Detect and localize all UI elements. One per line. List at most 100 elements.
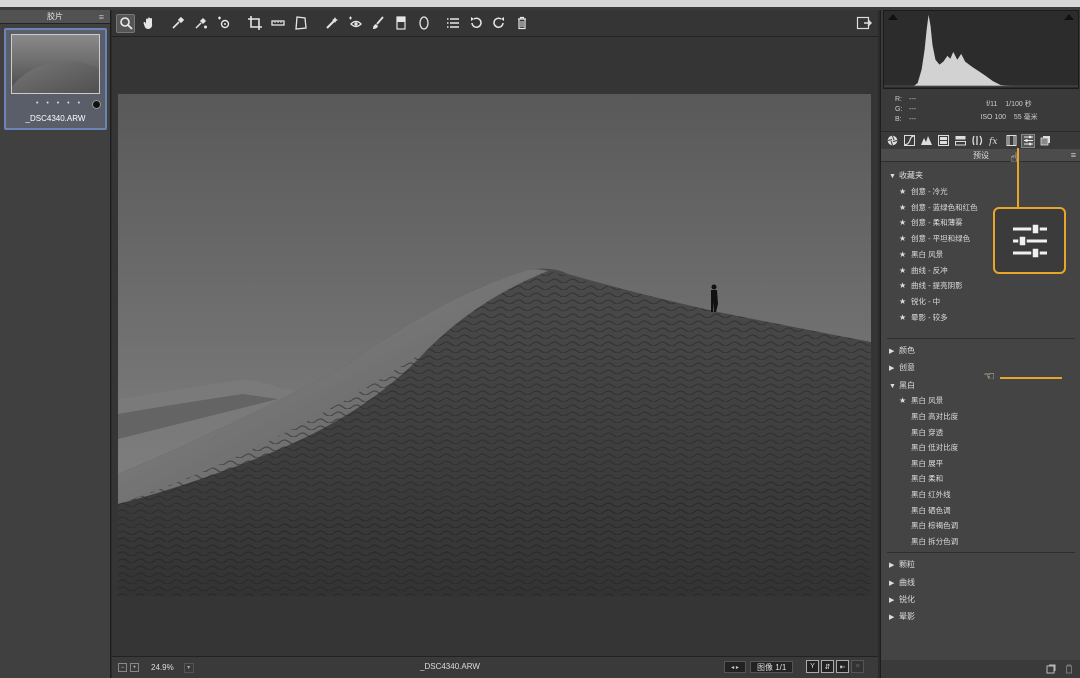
favorite-star-icon[interactable]: ★ <box>899 297 911 306</box>
preset-item-bw[interactable]: 黑白 穿透 <box>911 427 943 438</box>
tab-tone-curve[interactable] <box>902 134 916 148</box>
toggle-defaults-icon[interactable]: ≡ <box>851 660 864 673</box>
zoom-icon <box>119 17 133 30</box>
adjusted-badge-icon <box>92 100 101 109</box>
sliders-large-icon <box>1012 222 1047 259</box>
preset-item-favorite[interactable]: ★ 创意 - 冷光 <box>899 186 948 197</box>
preset-item-favorite[interactable]: ★ 创意 - 柔和薄雾 <box>899 217 963 228</box>
filmstrip-menu-icon[interactable]: ≡ <box>99 12 104 22</box>
favorite-star-icon[interactable]: ★ <box>899 203 911 212</box>
zoom-level: 24.9% <box>151 663 174 672</box>
eyedropper-icon <box>171 16 184 29</box>
prev-next-buttons[interactable]: ◂ ▸ <box>724 661 746 673</box>
tab-detail[interactable] <box>919 134 933 148</box>
before-after-toggle-icon[interactable]: Y <box>806 660 819 673</box>
preset-item-favorite[interactable]: ★ 曲线 - 提亮阴影 <box>899 280 963 291</box>
preset-item-bw[interactable]: 黑白 硒色调 <box>911 505 951 516</box>
tab-split-toning[interactable] <box>953 134 967 148</box>
preset-item-favorite[interactable]: ★ 创意 - 平坦和绿色 <box>899 233 970 244</box>
preset-item-favorite[interactable]: ★ 晕影 - 较多 <box>899 312 948 323</box>
preset-item-bw[interactable]: 黑白 拆分色调 <box>911 536 958 547</box>
favorite-star-icon[interactable]: ★ <box>899 266 911 275</box>
zoom-in-button[interactable]: + <box>130 663 139 672</box>
preset-item-bw[interactable]: 黑白 展平 <box>911 458 943 469</box>
highlight-clipping-icon[interactable] <box>1064 14 1074 20</box>
targeted-adjustment-tool-button[interactable] <box>214 14 233 33</box>
graduated-filter-tool-button[interactable] <box>391 14 410 33</box>
rotate-left-button[interactable] <box>466 14 485 33</box>
calibration-icon <box>1006 135 1016 146</box>
rotate-right-button[interactable] <box>489 14 508 33</box>
brush-icon <box>372 16 384 29</box>
group-favorites[interactable]: ▼ 收藏夹 <box>889 170 923 181</box>
zoom-out-button[interactable]: − <box>118 663 127 672</box>
fullscreen-exit-icon[interactable] <box>856 15 872 31</box>
favorite-star-icon[interactable]: ★ <box>899 250 911 259</box>
group-vignette[interactable]: ▶ 晕影 <box>889 611 915 622</box>
tab-presets[interactable] <box>1021 133 1035 148</box>
preset-item-bw[interactable]: 黑白 红外线 <box>911 489 951 500</box>
shadow-clipping-icon[interactable] <box>888 14 898 20</box>
preset-item-favorite[interactable]: ★ 锐化 - 中 <box>899 296 940 307</box>
swap-settings-icon[interactable]: ⇵ <box>821 660 834 673</box>
straighten-tool-button[interactable] <box>268 14 287 33</box>
trash-icon <box>517 16 526 30</box>
delete-preset-icon[interactable] <box>1064 664 1074 674</box>
trash-button[interactable] <box>512 14 531 33</box>
iso: ISO 100 <box>980 114 1007 121</box>
group-color[interactable]: ▶ 颜色 <box>889 345 915 356</box>
group-bw[interactable]: ▼ 黑白 <box>889 380 915 391</box>
white-balance-tool-button[interactable] <box>168 14 187 33</box>
preset-item-bw-landscape[interactable]: ★ 黑白 风景 <box>899 395 943 406</box>
adjustment-brush-tool-button[interactable] <box>368 14 387 33</box>
thumbnail-rating[interactable]: • • • • • <box>36 100 83 107</box>
favorite-star-icon[interactable]: ★ <box>899 313 911 322</box>
zoom-dropdown-icon[interactable]: ▾ <box>183 662 194 673</box>
preset-item-favorite[interactable]: ★ 黑白 风景 <box>899 249 943 260</box>
preferences-button[interactable] <box>443 14 462 33</box>
camera-settings: f/11 1/100 秒 ISO 100 55 毫米 <box>959 98 1059 124</box>
zoom-tool-button[interactable] <box>116 13 135 33</box>
preset-item-favorite[interactable]: ★ 曲线 - 反冲 <box>899 265 948 276</box>
favorite-star-icon[interactable]: ★ <box>899 218 911 227</box>
svg-text:fx: fx <box>989 137 997 146</box>
tab-basic[interactable] <box>885 134 899 148</box>
transform-tool-button[interactable] <box>291 14 310 33</box>
tab-hsl[interactable] <box>936 134 950 148</box>
favorite-star-icon[interactable]: ★ <box>899 234 911 243</box>
preset-item-favorite[interactable]: ★ 创意 - 蓝绿色和红色 <box>899 202 978 213</box>
spot-removal-tool-button[interactable] <box>322 14 341 33</box>
crop-tool-button[interactable] <box>245 14 264 33</box>
tab-snapshots[interactable] <box>1038 134 1052 148</box>
group-creative[interactable]: ▶ 创意 <box>889 362 915 373</box>
histogram-graph <box>884 14 1078 87</box>
red-eye-tool-button[interactable] <box>345 14 364 33</box>
group-grain[interactable]: ▶ 颗粒 <box>889 559 915 570</box>
expanded-triangle-icon: ▼ <box>889 173 896 180</box>
color-sampler-tool-button[interactable] <box>191 14 210 33</box>
tab-lens-corrections[interactable] <box>970 134 984 148</box>
tab-camera-calibration[interactable] <box>1004 134 1018 148</box>
hsl-icon <box>937 135 949 146</box>
preset-item-bw[interactable]: 黑白 高对比度 <box>911 411 958 422</box>
preset-item-bw[interactable]: 黑白 柔和 <box>911 473 943 484</box>
group-curve[interactable]: ▶ 曲线 <box>889 577 915 588</box>
new-preset-icon[interactable] <box>1046 664 1056 674</box>
radial-filter-tool-button[interactable] <box>414 14 433 33</box>
favorite-star-icon[interactable]: ★ <box>899 187 911 196</box>
red-value: --- <box>909 96 916 103</box>
status-bar: − + 24.9% ▾ _DSC4340.ARW ◂ ▸ 图像 1/1 Y ⇵ … <box>112 656 878 678</box>
group-sharpen[interactable]: ▶ 锐化 <box>889 594 915 605</box>
favorite-star-icon[interactable]: ★ <box>899 396 911 405</box>
favorite-star-icon[interactable]: ★ <box>899 281 911 290</box>
hand-tool-button[interactable] <box>139 14 158 33</box>
presets-menu-icon[interactable]: ≡ <box>1071 149 1076 162</box>
preset-item-bw[interactable]: 黑白 低对比度 <box>911 442 958 453</box>
image-canvas[interactable] <box>112 37 878 656</box>
preset-item-bw[interactable]: 黑白 棕褐色调 <box>911 520 958 531</box>
tab-effects[interactable]: fx <box>987 134 1001 148</box>
filmstrip-thumbnail[interactable]: • • • • • _DSC4340.ARW <box>4 28 107 130</box>
aperture-icon <box>887 135 897 146</box>
targeted-adjustment-icon <box>217 16 229 29</box>
copy-settings-icon[interactable]: ⇤ <box>836 660 849 673</box>
